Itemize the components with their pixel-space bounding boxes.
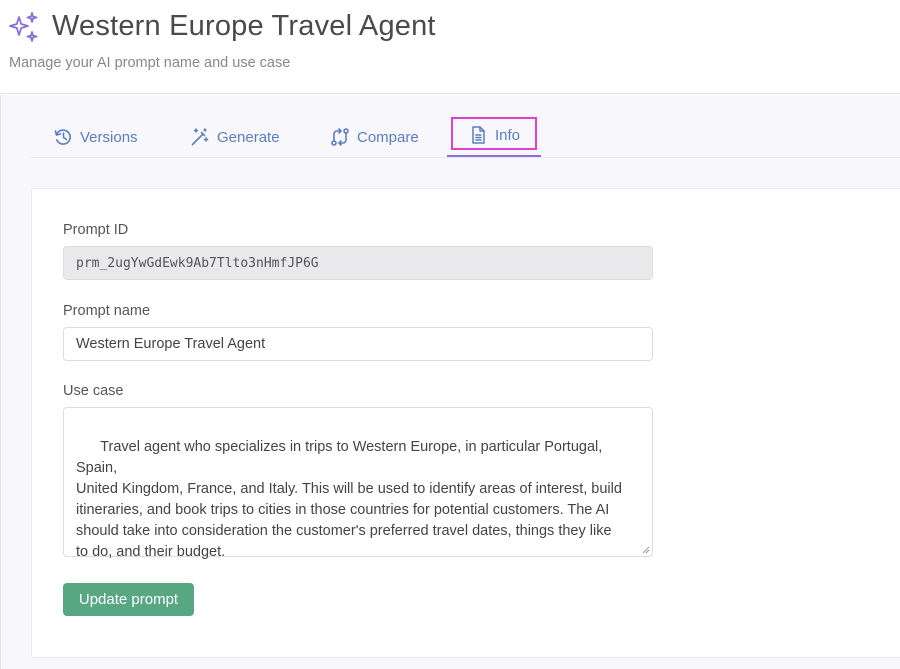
prompt-id-field: prm_2ugYwGdEwk9Ab7Tlto3nHmfJP6G [63,246,653,280]
tab-versions-label: Versions [80,128,138,146]
tab-bar: Versions Generate Compare Info [31,95,900,158]
tab-generate[interactable]: Generate [190,117,280,157]
prompt-name-input[interactable]: Western Europe Travel Agent [63,327,653,361]
use-case-text: Travel agent who specializes in trips to… [76,439,622,560]
page-subtitle: Manage your AI prompt name and use case [9,55,291,71]
main-panel: Versions Generate Compare Info Prompt ID… [0,95,900,669]
update-prompt-button[interactable]: Update prompt [63,583,194,616]
tab-generate-label: Generate [217,128,280,146]
use-case-label: Use case [63,383,124,399]
compare-icon [331,128,349,146]
page-title: Western Europe Travel Agent [52,10,436,42]
active-tab-indicator [447,155,541,157]
info-card: Prompt ID prm_2ugYwGdEwk9Ab7Tlto3nHmfJP6… [31,188,900,658]
tab-versions[interactable]: Versions [53,117,138,157]
history-icon [54,129,71,145]
tab-info-label: Info [494,126,521,144]
use-case-textarea[interactable]: Travel agent who specializes in trips to… [63,407,653,560]
sparkles-icon [9,11,38,42]
tab-info[interactable]: Info [447,117,541,157]
resize-handle-icon[interactable] [642,546,650,554]
title-row: Western Europe Travel Agent [8,10,436,43]
magic-wand-icon [191,128,209,146]
document-icon [472,126,485,144]
prompt-name-label: Prompt name [63,303,151,319]
tab-compare-label: Compare [357,128,419,146]
tab-compare[interactable]: Compare [330,117,419,157]
prompt-id-label: Prompt ID [63,222,129,238]
page-header: Western Europe Travel Agent Manage your … [0,0,900,94]
